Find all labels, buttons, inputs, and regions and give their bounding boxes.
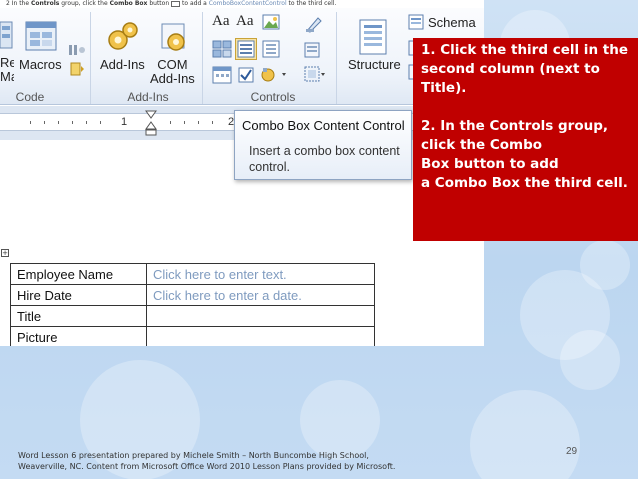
instruction-callout: 1. Click the third cell in the second co… — [413, 38, 638, 241]
record-macro-icon[interactable] — [0, 20, 14, 52]
tooltip-title: Combo Box Content Control — [242, 118, 405, 133]
table-row: Employee Name Click here to enter text. — [10, 263, 375, 285]
callout-step-2b: Box button to add — [421, 156, 559, 172]
properties-icon[interactable] — [304, 42, 324, 58]
design-mode-icon[interactable] — [304, 14, 324, 34]
caption-bold: Combo Box — [109, 0, 148, 7]
combo-box-mini-icon — [171, 0, 181, 7]
add-ins-label[interactable]: Add-Ins — [100, 58, 145, 72]
controls-group-label: Controls — [250, 90, 296, 104]
callout-step-2a: 2. In the Controls group, click the Comb… — [421, 118, 609, 153]
group-separator — [90, 12, 91, 104]
add-ins-group-label: Add-Ins — [127, 90, 169, 104]
date-picker-control-icon[interactable] — [212, 66, 232, 84]
drop-down-list-control-icon[interactable] — [262, 40, 280, 58]
word-screenshot: 2 In the Controls group, click the Combo… — [0, 0, 484, 346]
caption-text: group, click the — [59, 0, 110, 7]
bokeh-circle — [560, 330, 620, 390]
table-row: Title — [10, 305, 375, 327]
ribbon: Rec Mac Macros Code Add-Ins — [0, 8, 484, 105]
caption-text: 2 In the — [6, 0, 31, 7]
table-cell-label[interactable]: Title — [10, 305, 147, 327]
plain-text-control-button[interactable]: Aa — [236, 14, 254, 29]
com-add-ins-label[interactable]: COM Add-Ins — [150, 58, 195, 86]
group-icon[interactable] — [304, 66, 326, 84]
callout-step-1: 1. Click the third cell in the second co… — [421, 42, 628, 96]
indent-marker-icon[interactable] — [144, 109, 158, 137]
table-cell-value[interactable]: Click here to enter text. — [146, 263, 375, 285]
group-separator — [202, 12, 203, 104]
ruler-tick — [198, 121, 199, 124]
table-cell-label[interactable]: Hire Date — [10, 284, 147, 306]
bokeh-circle — [470, 390, 580, 479]
group-separator — [336, 12, 337, 104]
table-cell-value[interactable] — [146, 326, 375, 346]
ruler-tick — [170, 121, 171, 124]
bokeh-circle — [580, 240, 630, 290]
add-ins-icon[interactable] — [106, 20, 140, 54]
ruler-tick — [72, 121, 73, 124]
ruler-tick — [184, 121, 185, 124]
table-move-handle-icon[interactable]: + — [1, 249, 9, 257]
record-macro-label[interactable]: Rec Mac — [0, 56, 14, 84]
schema-label[interactable]: Schema — [428, 16, 476, 30]
structure-icon[interactable] — [356, 18, 390, 56]
structure-label[interactable]: Structure — [348, 58, 401, 72]
table-cell-value[interactable] — [146, 305, 375, 327]
rich-text-control-button[interactable]: Aa — [212, 14, 230, 29]
picture-control-icon[interactable] — [262, 14, 280, 30]
callout-step-2c: a Combo Box the third cell. — [421, 175, 628, 191]
code-group-label: Code — [15, 90, 45, 104]
ruler-tick — [30, 121, 31, 124]
pause-recording-icon[interactable] — [68, 44, 86, 56]
caption-control-name: ComboBoxContentControl — [208, 0, 287, 7]
macros-icon[interactable] — [24, 20, 60, 56]
table-cell-label[interactable]: Employee Name — [10, 263, 147, 285]
ruler-tick — [100, 121, 101, 124]
tooltip-body: Insert a combo box content control. — [249, 144, 400, 174]
ruler-tick — [44, 121, 45, 124]
com-add-ins-icon[interactable] — [156, 20, 190, 54]
check-box-control-icon[interactable] — [237, 66, 255, 84]
ruler-tick — [58, 121, 59, 124]
caption-text: to the third cell. — [286, 0, 337, 7]
ruler-tick — [212, 121, 213, 124]
legacy-tools-icon[interactable] — [260, 66, 290, 84]
combo-box-control-icon[interactable] — [235, 38, 257, 60]
combo-box-tooltip: Combo Box Content Control Insert a combo… — [234, 110, 412, 180]
macros-label[interactable]: Macros — [19, 58, 62, 72]
slide-footer: Word Lesson 6 presentation prepared by M… — [18, 451, 396, 471]
table-row: Picture — [10, 326, 375, 346]
caption-text: to add a — [182, 0, 209, 7]
form-table: Employee Name Click here to enter text. … — [10, 263, 375, 346]
ruler-number: 1 — [121, 116, 128, 128]
instruction-caption: 2 In the Controls group, click the Combo… — [0, 0, 484, 8]
bokeh-circle — [300, 380, 380, 460]
macro-security-icon[interactable] — [68, 62, 86, 76]
ruler-tick — [86, 121, 87, 124]
building-block-control-icon[interactable] — [212, 40, 232, 58]
caption-text: button — [147, 0, 172, 7]
slide-number: 29 — [566, 446, 578, 457]
table-cell-label[interactable]: Picture — [10, 326, 147, 346]
table-cell-value[interactable]: Click here to enter a date. — [146, 284, 375, 306]
table-row: Hire Date Click here to enter a date. — [10, 284, 375, 306]
schema-icon[interactable] — [408, 14, 424, 30]
caption-bold: Controls — [30, 0, 60, 7]
